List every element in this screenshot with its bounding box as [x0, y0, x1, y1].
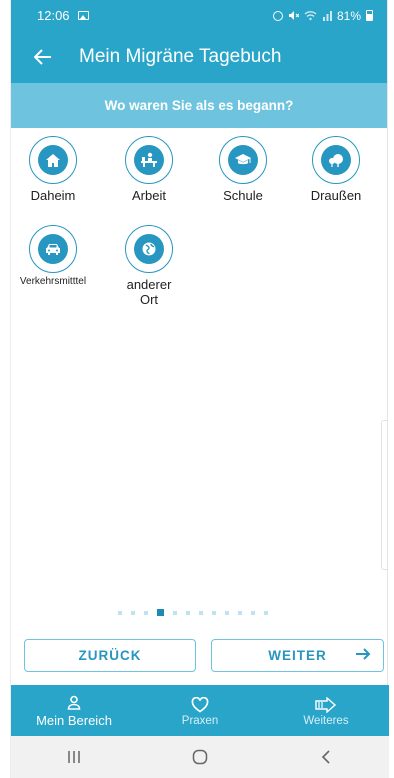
- heart-icon: [191, 695, 209, 713]
- graduation-cap-icon: [228, 145, 258, 175]
- question-banner: Wo waren Sie als es begann?: [11, 83, 387, 128]
- house-icon: [38, 145, 68, 175]
- arrow-right-icon: [355, 647, 371, 664]
- phone-screen: 12:06 81% Mein Migräne Tagebuch Wo waren…: [8, 0, 389, 778]
- person-icon: [67, 693, 81, 711]
- option-schule[interactable]: Schule: [198, 136, 288, 203]
- next-button[interactable]: WEITER: [211, 639, 384, 672]
- page-dot: [144, 610, 148, 615]
- page-dot: [212, 610, 216, 615]
- status-time: 12:06: [37, 8, 70, 23]
- nav-label: Mein Bereich: [36, 713, 112, 728]
- trees-icon: [321, 145, 351, 175]
- option-label: Verkehrsmitttel: [19, 276, 87, 287]
- home-icon[interactable]: [180, 742, 220, 772]
- desk-worker-icon: [134, 145, 164, 175]
- page-dot-active: [157, 609, 164, 616]
- globe-icon: [134, 234, 164, 264]
- page-dot: [251, 610, 255, 615]
- back-arrow-icon[interactable]: [31, 45, 55, 69]
- scrollbar[interactable]: [381, 420, 387, 570]
- system-back-icon[interactable]: [306, 742, 346, 772]
- page-dot: [173, 610, 177, 615]
- back-button-label: ZURÜCK: [78, 648, 142, 663]
- battery-percent: 81%: [336, 8, 361, 23]
- car-icon: [38, 234, 68, 264]
- option-label: anderer Ort: [126, 277, 172, 307]
- signal-icon: [322, 11, 332, 21]
- page-dot: [225, 610, 229, 615]
- system-navigation-bar: [11, 736, 389, 778]
- option-verkehrsmittel[interactable]: Verkehrsmitttel: [8, 225, 98, 287]
- battery-icon: [366, 10, 373, 21]
- page-title: Mein Migräne Tagebuch: [79, 46, 282, 67]
- gallery-icon: [77, 11, 89, 20]
- page-indicator: [11, 609, 389, 616]
- nav-praxen[interactable]: Praxen: [137, 685, 263, 736]
- page-dot: [199, 610, 203, 615]
- option-anderer-ort[interactable]: anderer Ort: [104, 225, 194, 307]
- page-dot: [264, 610, 268, 615]
- arrow-box-icon: [315, 695, 337, 713]
- nav-label: Weiteres: [303, 714, 349, 727]
- recent-apps-icon[interactable]: [54, 742, 94, 772]
- option-draussen[interactable]: Draußen: [291, 136, 381, 203]
- status-bar: 12:06 81%: [11, 0, 387, 31]
- next-button-label: WEITER: [268, 648, 327, 663]
- option-daheim[interactable]: Daheim: [8, 136, 98, 203]
- nav-weiteres[interactable]: Weiteres: [263, 685, 389, 736]
- option-label: Draußen: [310, 188, 362, 203]
- page-dot: [118, 610, 122, 615]
- option-label: Schule: [223, 188, 263, 203]
- page-dot: [186, 610, 190, 615]
- mute-icon: [288, 11, 299, 20]
- bottom-navigation: Mein Bereich Praxen Weiteres: [11, 685, 389, 736]
- option-arbeit[interactable]: Arbeit: [104, 136, 194, 203]
- option-label: Arbeit: [132, 188, 166, 203]
- page-dot: [131, 610, 135, 615]
- wifi-icon: [304, 11, 317, 21]
- option-label: Daheim: [30, 188, 76, 203]
- app-bar: Mein Migräne Tagebuch: [11, 31, 387, 83]
- nav-mein-bereich[interactable]: Mein Bereich: [11, 685, 137, 736]
- alarm-icon: [272, 10, 283, 21]
- page-dot: [238, 610, 242, 615]
- nav-label: Praxen: [181, 714, 219, 727]
- back-button[interactable]: ZURÜCK: [24, 639, 196, 672]
